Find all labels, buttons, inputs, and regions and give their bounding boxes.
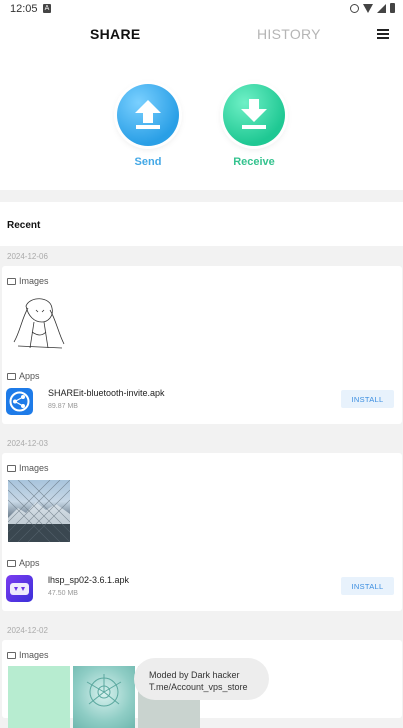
app-row[interactable]: lhsp_sp02-3.6.1.apk 47.50 MB INSTALL: [6, 573, 398, 603]
images-section-title: Images: [7, 276, 49, 286]
image-thumbnail[interactable]: [7, 479, 71, 543]
status-time: 12:05: [10, 3, 38, 15]
receive-label: Receive: [233, 156, 275, 168]
app-row[interactable]: SHAREit-bluetooth-invite.apk 89.87 MB IN…: [6, 386, 398, 416]
image-thumbnail[interactable]: [8, 666, 70, 728]
recent-title: Recent: [7, 220, 41, 231]
app-size: 47.50 MB: [48, 590, 78, 597]
image-icon: [7, 464, 16, 472]
date-label: 2024-12-02: [7, 626, 48, 635]
battery-icon: [390, 3, 395, 13]
image-thumbnail[interactable]: [73, 666, 135, 728]
date-label: 2024-12-06: [7, 252, 48, 261]
app-size: 89.87 MB: [48, 403, 78, 410]
folder-icon: [7, 559, 16, 567]
toast-line-1: Moded by Dark hacker: [149, 670, 240, 680]
toast-message: Moded by Dark hacker T.me/Account_vps_st…: [134, 658, 269, 700]
status-bar: 12:05 A: [0, 0, 403, 18]
toast-line-2: T.me/Account_vps_store: [149, 682, 248, 692]
folder-icon: [7, 372, 16, 380]
share-actions: Send Receive: [0, 54, 403, 190]
send-icon: [117, 84, 179, 146]
image-icon: [7, 277, 16, 285]
install-button[interactable]: INSTALL: [341, 577, 394, 595]
app-name: lhsp_sp02-3.6.1.apk: [48, 575, 130, 585]
send-label: Send: [134, 156, 162, 168]
status-icons: [350, 3, 395, 13]
send-button[interactable]: Send: [113, 84, 183, 168]
transfer-card: Images Apps SHAREit-bluetooth-invite.apk…: [2, 266, 402, 424]
install-button[interactable]: INSTALL: [341, 390, 394, 408]
recent-header: Recent: [0, 202, 403, 246]
receive-button[interactable]: Receive: [219, 84, 289, 168]
wifi-icon: [363, 3, 373, 13]
top-tab-bar: SHARE HISTORY: [0, 18, 403, 54]
receive-icon: [223, 84, 285, 146]
shareit-app-icon: [6, 388, 33, 415]
transfer-card: Images Apps lhsp_sp02-3.6.1.apk 47.50 MB…: [2, 453, 402, 611]
signal-icon: [377, 3, 386, 13]
tab-history[interactable]: HISTORY: [257, 26, 321, 42]
images-section-title: Images: [7, 650, 49, 660]
apps-section-title: Apps: [7, 371, 40, 381]
image-icon: [7, 651, 16, 659]
image-thumbnail[interactable]: [8, 292, 70, 354]
notification-icon: A: [43, 4, 51, 13]
apps-section-title: Apps: [7, 558, 40, 568]
dnd-icon: [350, 3, 359, 13]
date-label: 2024-12-03: [7, 439, 48, 448]
menu-icon[interactable]: [377, 29, 389, 39]
tab-share[interactable]: SHARE: [90, 26, 141, 42]
app-name: SHAREit-bluetooth-invite.apk: [48, 388, 165, 398]
images-section-title: Images: [7, 463, 49, 473]
app-icon: [6, 575, 33, 602]
